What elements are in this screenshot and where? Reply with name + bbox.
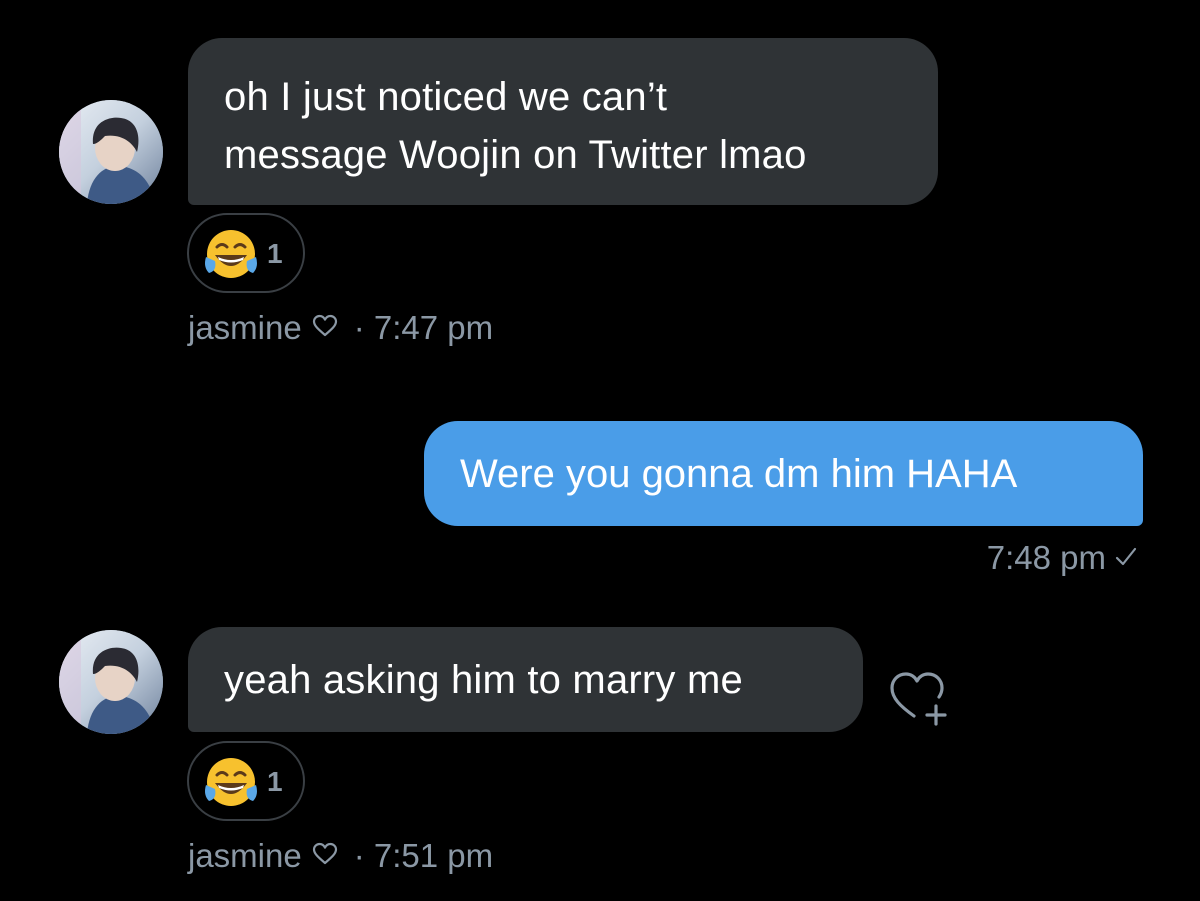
sender-name: jasmine — [188, 837, 302, 874]
message-meta: jasmine · 7:47 pm — [188, 308, 493, 350]
avatar[interactable] — [59, 100, 163, 204]
reaction-count: 1 — [267, 238, 283, 269]
avatar[interactable] — [59, 630, 163, 734]
sent-message-meta: 7:48 pm — [987, 538, 1138, 580]
message-timestamp: 7:48 pm — [986, 539, 1106, 576]
reaction-pill[interactable]: 1 — [187, 741, 305, 821]
heart-outline-icon[interactable] — [312, 307, 338, 347]
add-reaction-button[interactable] — [888, 666, 954, 728]
received-message-bubble[interactable]: oh I just noticed we can’t message Wooji… — [188, 38, 938, 205]
avatar-portrait-icon — [59, 100, 163, 204]
checkmark-icon — [1114, 537, 1138, 577]
face-with-tears-of-joy-icon — [205, 758, 257, 806]
message-timestamp: · 7:51 pm — [353, 837, 494, 874]
sent-message-bubble[interactable]: Were you gonna dm him HAHA — [424, 421, 1143, 526]
heart-outline-icon[interactable] — [312, 835, 338, 875]
message-text-line: message Woojin on Twitter lmao — [224, 133, 807, 177]
dm-conversation: oh I just noticed we can’t message Wooji… — [0, 0, 1200, 901]
message-timestamp: · 7:47 pm — [353, 309, 494, 346]
received-message-bubble[interactable]: yeah asking him to marry me — [188, 627, 863, 732]
reaction-count: 1 — [267, 766, 283, 797]
message-meta: jasmine · 7:51 pm — [188, 836, 493, 878]
message-text-line: yeah asking him to marry me — [224, 658, 743, 702]
reaction-pill[interactable]: 1 — [187, 213, 305, 293]
face-with-tears-of-joy-icon — [205, 230, 257, 278]
message-text-line: oh I just noticed we can’t — [224, 75, 668, 119]
heart-plus-icon — [890, 672, 947, 726]
message-text-line: Were you gonna dm him HAHA — [460, 452, 1018, 496]
sender-name: jasmine — [188, 309, 302, 346]
avatar-portrait-icon — [59, 630, 163, 734]
